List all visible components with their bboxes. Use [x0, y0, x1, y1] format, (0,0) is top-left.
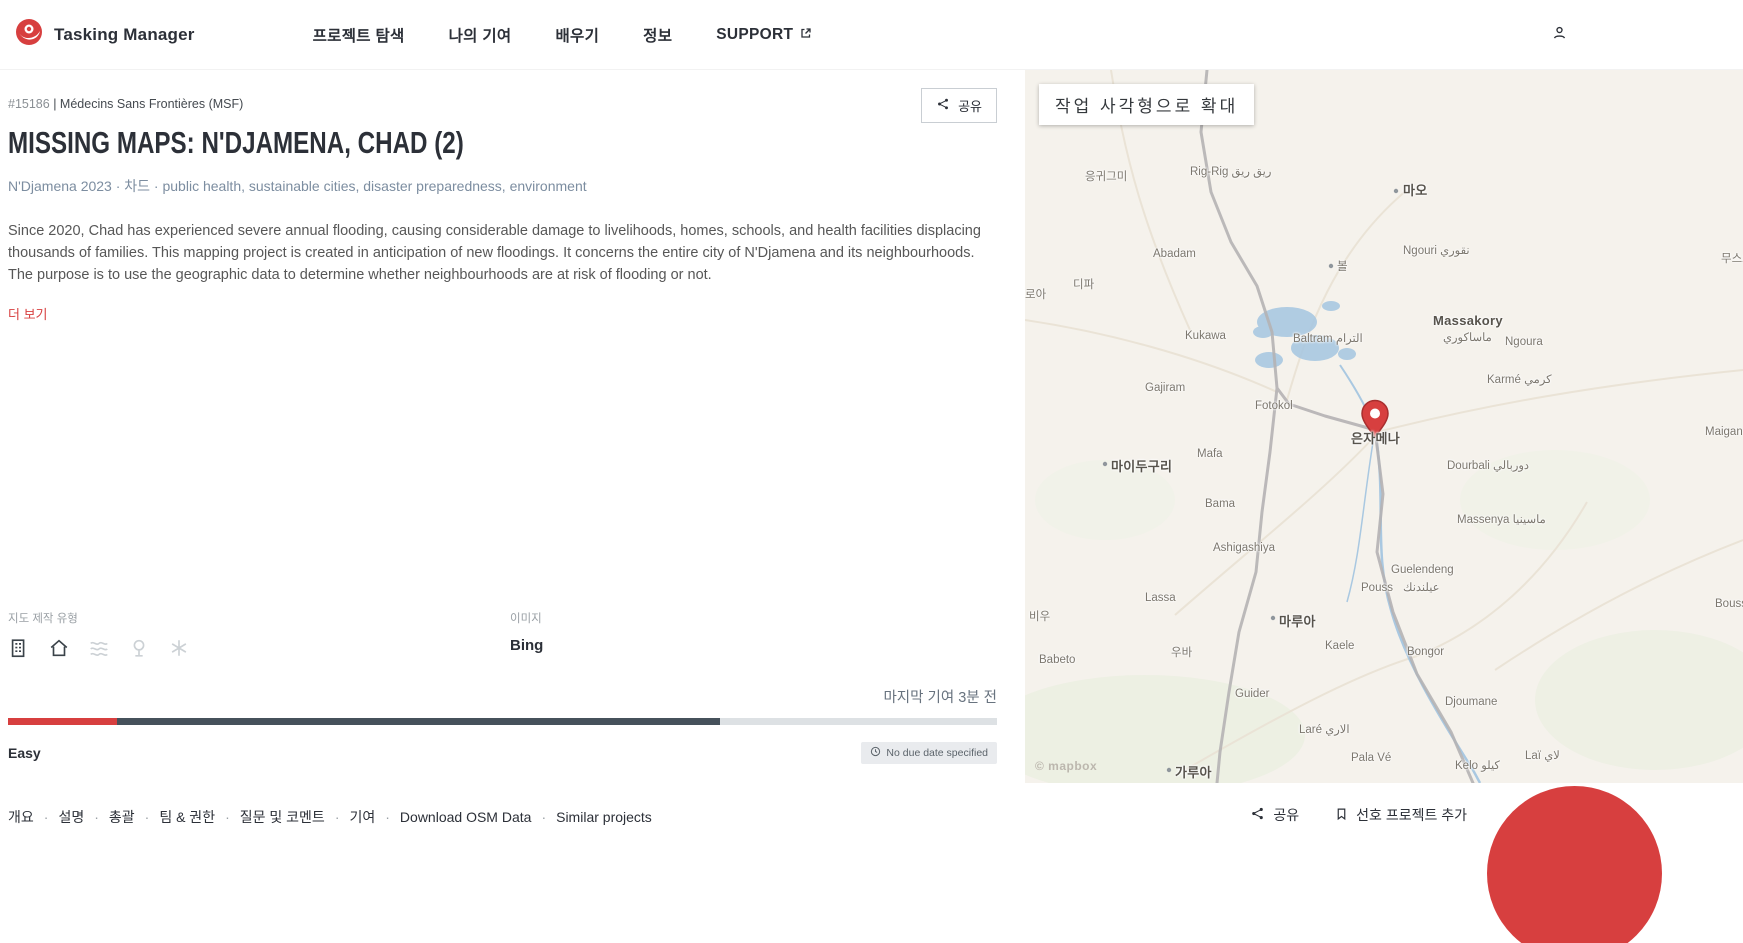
- last-contribution: 마지막 기여 3분 전: [883, 686, 997, 707]
- project-description: Since 2020, Chad has experienced severe …: [8, 221, 993, 286]
- brand-title: Tasking Manager: [54, 25, 195, 45]
- red-corner-decoration: [1487, 786, 1662, 943]
- separator: ·: [44, 809, 49, 825]
- share-icon: [1250, 806, 1265, 824]
- nav-explore-projects[interactable]: 프로젝트 탐색: [313, 24, 405, 46]
- imagery-label: 이미지: [510, 610, 543, 626]
- nav-about[interactable]: 정보: [643, 24, 672, 46]
- separator: ·: [541, 809, 546, 825]
- project-map: 응귀그미Rig-Rig ريق ريق마오무스로Ngouri نقوري볼Aba…: [1025, 70, 1743, 783]
- share-button-label: 공유: [958, 96, 982, 115]
- project-meta-row: #15186 | Médecins Sans Frontières (MSF) …: [8, 88, 997, 123]
- footer-share-button[interactable]: 공유: [1250, 805, 1299, 825]
- due-date-badge: No due date specified: [861, 742, 997, 764]
- project-id: #15186: [8, 97, 50, 111]
- nav-learn[interactable]: 배우기: [555, 24, 599, 46]
- footer-link-download-osm-data[interactable]: Download OSM Data: [400, 809, 532, 825]
- footer-link-teams-permissions[interactable]: 팀 & 권한: [159, 807, 215, 827]
- nav-my-contributions[interactable]: 나의 기여: [449, 24, 512, 46]
- person-icon: [1552, 25, 1567, 45]
- imagery-value: Bing: [510, 637, 543, 654]
- share-button[interactable]: 공유: [921, 88, 997, 123]
- profile-menu-button[interactable]: [1552, 25, 1567, 45]
- other-asterisk-icon: [168, 637, 190, 659]
- footer-share-label: 공유: [1273, 805, 1299, 825]
- section-links: 개요 · 설명 · 총괄 · 팀 & 권한 · 질문 및 코멘트 · 기여 · …: [8, 807, 652, 827]
- separator: ·: [145, 809, 150, 825]
- imagery-section: 이미지 Bing: [510, 610, 543, 654]
- footer-actions: 공유 선호 프로젝트 추가: [1250, 805, 1467, 825]
- hot-logo-icon: [14, 17, 44, 52]
- separator: ·: [94, 809, 99, 825]
- project-footer: 개요 · 설명 · 총괄 · 팀 & 권한 · 질문 및 코멘트 · 기여 · …: [0, 783, 1743, 943]
- panel-bottom-row: Easy No due date specified: [8, 742, 997, 764]
- mapping-type-icons: [8, 637, 190, 659]
- mapbox-attribution[interactable]: © mapbox: [1035, 759, 1097, 773]
- share-icon: [936, 97, 950, 114]
- waterways-icon: [88, 637, 110, 659]
- project-campaign-tags: N'Djamena 2023 · 차드 · public health, sus…: [8, 176, 587, 196]
- separator: ·: [385, 809, 390, 825]
- add-favorite-button[interactable]: 선호 프로젝트 추가: [1335, 805, 1467, 825]
- footer-link-similar-projects[interactable]: Similar projects: [556, 809, 652, 825]
- mapping-types-label: 지도 제작 유형: [8, 610, 190, 626]
- project-id-line: #15186 | Médecins Sans Frontières (MSF): [8, 88, 243, 111]
- nav-support-label: SUPPORT: [716, 26, 793, 44]
- separator: ·: [225, 809, 230, 825]
- nav-support[interactable]: SUPPORT: [716, 26, 812, 44]
- roads-home-icon: [48, 637, 70, 659]
- landuse-icon: [128, 637, 150, 659]
- zoom-to-tasks-button[interactable]: 작업 사각형으로 확대: [1039, 84, 1254, 125]
- difficulty-label: Easy: [8, 745, 41, 761]
- main-content: #15186 | Médecins Sans Frontières (MSF) …: [0, 70, 1743, 783]
- read-more-link[interactable]: 더 보기: [8, 304, 48, 323]
- external-link-icon: [800, 26, 812, 44]
- footer-link-questions-comments[interactable]: 질문 및 코멘트: [240, 807, 325, 827]
- footer-link-description[interactable]: 설명: [58, 807, 84, 827]
- map-canvas[interactable]: [1025, 70, 1743, 783]
- progress-bar: [8, 718, 997, 725]
- separator: ·: [335, 809, 340, 825]
- bookmark-icon: [1335, 806, 1348, 825]
- progress-segment-red: [8, 718, 117, 725]
- footer-link-coordination[interactable]: 총괄: [109, 807, 135, 827]
- add-favorite-label: 선호 프로젝트 추가: [1356, 805, 1467, 825]
- buildings-icon: [8, 637, 30, 659]
- due-date-badge-label: No due date specified: [886, 747, 988, 759]
- project-organisation: | Médecins Sans Frontières (MSF): [53, 97, 243, 111]
- main-nav: 프로젝트 탐색 나의 기여 배우기 정보 SUPPORT: [313, 24, 813, 46]
- footer-link-overview[interactable]: 개요: [8, 807, 34, 827]
- progress-segment-dark: [117, 718, 720, 725]
- brand-home-link[interactable]: Tasking Manager: [0, 17, 195, 52]
- footer-link-contributions[interactable]: 기여: [349, 807, 375, 827]
- clock-icon: [870, 746, 881, 760]
- project-detail-panel: #15186 | Médecins Sans Frontières (MSF) …: [0, 70, 1025, 783]
- project-title: MISSING MAPS: N'DJAMENA, CHAD (2): [8, 125, 464, 161]
- top-nav: Tasking Manager 프로젝트 탐색 나의 기여 배우기 정보 SUP…: [0, 0, 1743, 70]
- mapping-types-section: 지도 제작 유형: [8, 610, 190, 659]
- tasking-manager-app: Tasking Manager 프로젝트 탐색 나의 기여 배우기 정보 SUP…: [0, 0, 1743, 943]
